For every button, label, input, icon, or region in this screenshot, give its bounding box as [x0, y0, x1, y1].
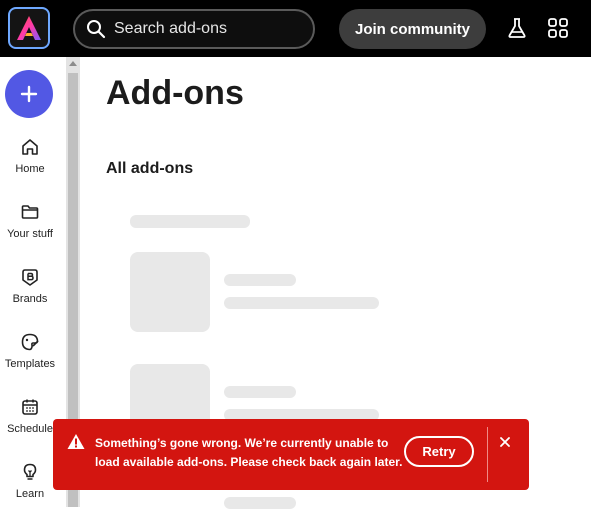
- sidebar-item-label: Brands: [12, 293, 48, 305]
- home-icon: [22, 139, 38, 155]
- search-icon: [87, 20, 106, 39]
- sidebar-item-label: Home: [15, 163, 45, 175]
- top-bar: Search add-ons Join community: [0, 0, 591, 57]
- sidebar-item-learn[interactable]: Learn: [0, 462, 60, 518]
- skeleton-title-bar: [224, 497, 296, 509]
- sidebar-item-label: Learn: [15, 488, 45, 500]
- search-placeholder: Search add-ons: [114, 20, 227, 37]
- sidebar-item-schedule[interactable]: Schedule: [0, 397, 60, 453]
- skeleton-thumbnail: [130, 252, 210, 332]
- brand-icon: [22, 269, 38, 286]
- sidebar-item-home[interactable]: Home: [0, 137, 60, 193]
- lightbulb-icon: [23, 463, 37, 480]
- skeleton-title-bar: [224, 274, 296, 286]
- apps-grid-icon[interactable]: [547, 17, 569, 44]
- adobe-express-logo-icon: [17, 16, 41, 40]
- toast-divider: [487, 427, 488, 482]
- sidebar-item-label: Templates: [4, 358, 56, 370]
- scroll-up-arrow-icon[interactable]: [69, 61, 77, 66]
- skeleton-category-bar: [130, 215, 250, 228]
- retry-button[interactable]: Retry: [404, 436, 474, 467]
- create-button[interactable]: [5, 70, 53, 118]
- skeleton-title-bar: [224, 386, 296, 398]
- folder-icon: [21, 205, 39, 219]
- search-input[interactable]: Search add-ons: [73, 9, 315, 49]
- skeleton-desc-bar: [224, 297, 379, 309]
- sidebar-item-templates[interactable]: Templates: [0, 332, 60, 388]
- calendar-icon: [22, 399, 38, 415]
- close-icon[interactable]: [499, 435, 511, 453]
- sidebar-item-label: Your stuff: [7, 228, 53, 240]
- sidebar-item-label: Schedule: [7, 423, 53, 435]
- join-community-button[interactable]: Join community: [339, 9, 486, 49]
- sidebar-item-brands[interactable]: Brands: [0, 267, 60, 323]
- section-title: All add-ons: [106, 160, 194, 177]
- sidebar-item-your-stuff[interactable]: Your stuff: [0, 202, 60, 258]
- templates-icon: [21, 333, 39, 351]
- plus-icon: [20, 85, 38, 103]
- page-title: Add-ons: [106, 74, 244, 112]
- toast-message: Something’s gone wrong. We’re currently …: [95, 436, 403, 469]
- adobe-express-logo[interactable]: [8, 7, 50, 49]
- error-toast: Something’s gone wrong. We’re currently …: [53, 419, 529, 490]
- alert-icon: [67, 433, 85, 455]
- flask-icon[interactable]: [506, 17, 528, 44]
